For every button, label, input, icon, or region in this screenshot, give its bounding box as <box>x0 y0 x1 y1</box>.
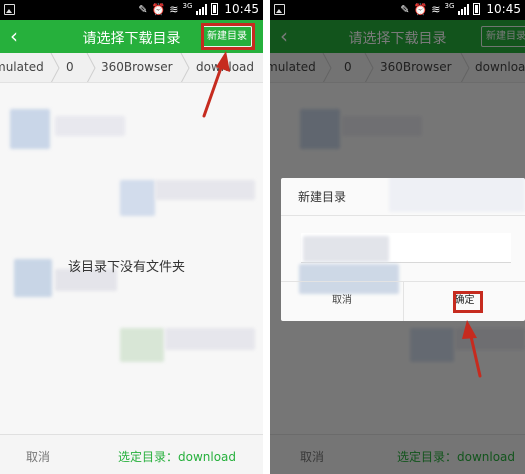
status-time: 10:45 <box>224 2 259 16</box>
folder-list: 该目录下没有文件夹 <box>0 84 263 434</box>
blurred-watermark <box>120 180 155 216</box>
breadcrumb-item[interactable]: mulated <box>0 60 44 74</box>
signal-icon <box>196 3 208 15</box>
blurred-watermark <box>303 236 389 262</box>
breadcrumb-item[interactable]: download <box>196 60 254 74</box>
breadcrumb-item[interactable]: 0 <box>66 60 74 74</box>
vibrate-icon: ✎ <box>400 2 410 16</box>
network-type-label: 3G <box>182 2 193 10</box>
battery-icon <box>473 3 481 15</box>
cancel-button[interactable]: 取消 <box>26 448 50 465</box>
status-time: 10:45 <box>486 2 521 16</box>
annotation-highlight-box <box>201 23 255 50</box>
blurred-watermark <box>165 328 255 350</box>
dialog-title: 新建目录 <box>298 190 347 204</box>
annotation-highlight-box <box>453 291 483 313</box>
wifi-icon: ≋ <box>169 2 179 16</box>
bottom-bar: 取消 选定目录：download <box>0 434 263 474</box>
gallery-notification-icon <box>4 4 15 15</box>
alarm-icon: ⏰ <box>151 2 166 16</box>
screenshot-before: ✎ ⏰ ≋ 3G 10:45 ‹ 请选择下载目录 新建目录 mulated 0 … <box>0 0 263 474</box>
status-icons: ✎ ⏰ ≋ 3G 10:45 <box>138 2 259 16</box>
status-bar: ✎ ⏰ ≋ 3G 10:45 <box>0 0 263 20</box>
breadcrumb-chevron-icon <box>180 53 190 82</box>
alarm-icon: ⏰ <box>413 2 428 16</box>
divider <box>281 215 525 216</box>
new-directory-dialog: 新建目录 取消 确定 <box>281 178 525 321</box>
status-icons: ✎ ⏰ ≋ 3G 10:45 <box>400 2 521 16</box>
blurred-watermark <box>10 109 50 149</box>
wifi-icon: ≋ <box>431 2 441 16</box>
blurred-watermark <box>14 259 52 297</box>
screenshot-after: ✎ ⏰ ≋ 3G 10:45 ‹ 请选择下载目录 新建目录 mulated 0 … <box>270 0 525 474</box>
breadcrumb: mulated 0 360Browser download <box>0 53 263 83</box>
breadcrumb-chevron-icon <box>50 53 60 82</box>
vibrate-icon: ✎ <box>138 2 148 16</box>
blurred-watermark <box>55 116 125 136</box>
blurred-watermark <box>155 180 255 200</box>
status-bar: ✎ ⏰ ≋ 3G 10:45 <box>270 0 525 20</box>
select-directory-button[interactable]: 选定目录：download <box>118 448 236 465</box>
dialog-cancel-button[interactable]: 取消 <box>281 281 403 321</box>
blurred-watermark <box>120 328 164 362</box>
gallery-notification-icon <box>274 4 285 15</box>
empty-folder-message: 该目录下没有文件夹 <box>68 260 186 275</box>
battery-icon <box>211 3 219 15</box>
breadcrumb-item[interactable]: 360Browser <box>101 60 173 74</box>
signal-icon <box>458 3 470 15</box>
breadcrumb-chevron-icon <box>86 53 96 82</box>
network-type-label: 3G <box>444 2 455 10</box>
blurred-watermark <box>389 178 525 212</box>
